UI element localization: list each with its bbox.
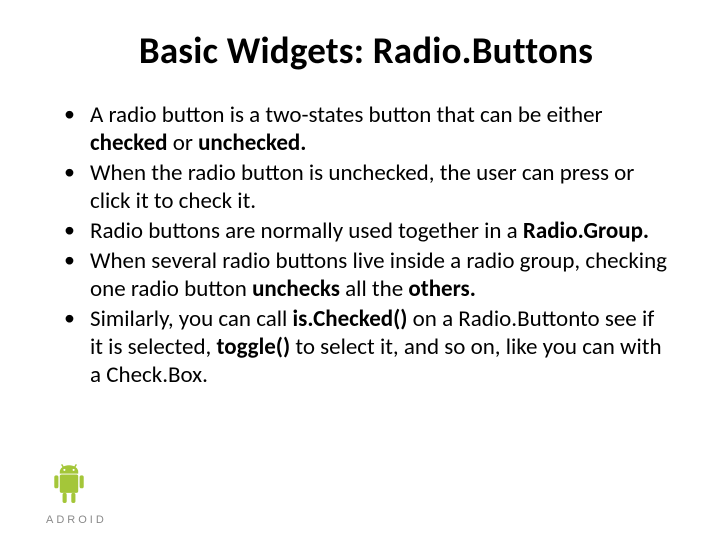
bullet-5-text-1: Similarly, you can call: [90, 305, 293, 333]
android-icon: [46, 460, 92, 512]
bullet-3: Radio buttons are normally used together…: [60, 217, 672, 245]
bullet-1: A radio button is a two-states button th…: [60, 101, 672, 157]
slide-title: Basic Widgets: Radio.Buttons: [60, 28, 672, 73]
slide: Basic Widgets: Radio.Buttons A radio but…: [0, 0, 720, 540]
bullet-list: A radio button is a two-states button th…: [60, 101, 672, 389]
bullet-3-text-1: Radio buttons are normally used together…: [90, 217, 523, 245]
bullet-3-text-2: .: [643, 217, 649, 245]
bullet-4-bold-1: unchecks: [252, 275, 340, 303]
android-logo: ADROID: [46, 460, 107, 526]
bullet-1-text-1: A radio button is a two-states button th…: [90, 101, 603, 129]
android-wordmark: ADROID: [46, 514, 107, 526]
bullet-2-text: When the radio button is unchecked, the …: [90, 159, 634, 215]
bullet-4: When several radio buttons live inside a…: [60, 247, 672, 303]
bullet-4-text-2: all the: [340, 275, 408, 303]
bullet-1-bold-1: checked: [90, 129, 168, 157]
bullet-1-text-2: or: [168, 129, 199, 157]
bullet-2: When the radio button is unchecked, the …: [60, 159, 672, 215]
bullet-4-bold-2: others.: [408, 275, 475, 303]
bullet-5-bold-2: toggle(): [216, 333, 290, 361]
bullet-5: Similarly, you can call is.Checked() on …: [60, 305, 672, 389]
bullet-5-bold-1: is.Checked(): [293, 305, 408, 333]
bullet-1-bold-2: unchecked.: [198, 129, 306, 157]
bullet-3-bold-1: Radio.Group: [523, 217, 643, 245]
